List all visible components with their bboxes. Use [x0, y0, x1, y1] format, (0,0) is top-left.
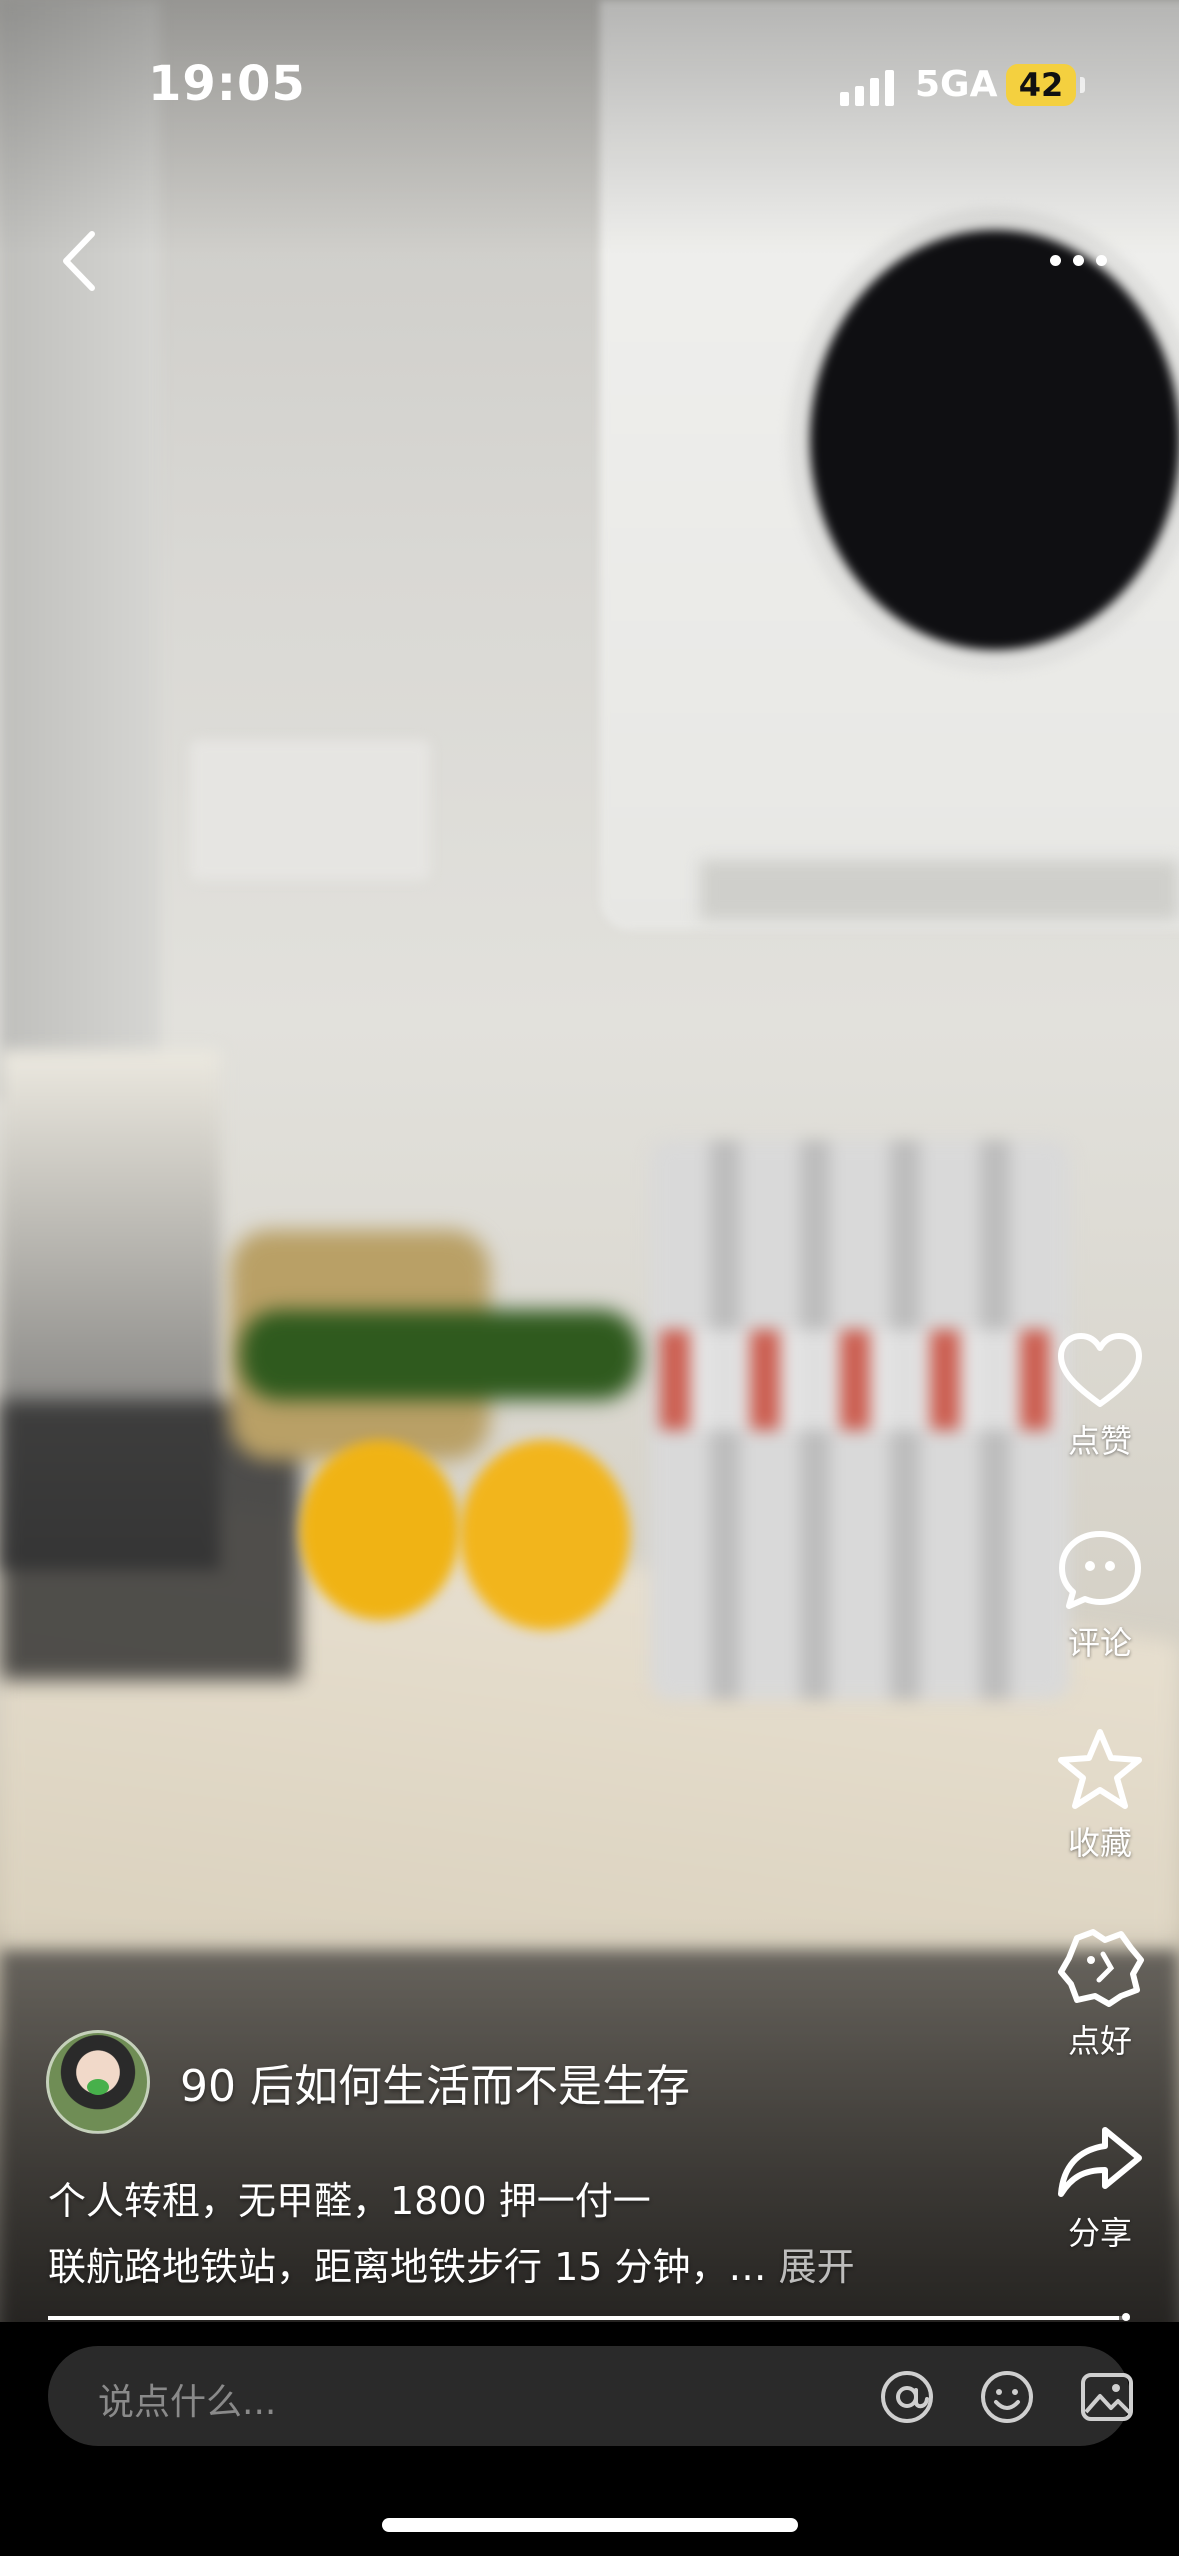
nice-button[interactable]: 点好	[1040, 1924, 1160, 2062]
network-type: 5GA	[915, 64, 998, 105]
favorite-button[interactable]: 收藏	[1040, 1726, 1160, 1864]
like-button[interactable]: 点赞	[1040, 1330, 1160, 1462]
nice-label: 点好	[1067, 2022, 1132, 2060]
badge-smile-icon	[1058, 1929, 1144, 2007]
like-label: 点赞	[1067, 1422, 1132, 1460]
author-name[interactable]: 90 后如何生活而不是生存	[180, 2050, 690, 2114]
comment-bar: 说点什么...	[0, 2322, 1179, 2556]
image-icon[interactable]	[1078, 2368, 1136, 2426]
share-button[interactable]: 分享	[1040, 2122, 1160, 2254]
heart-icon	[1058, 1333, 1142, 1407]
chevron-left-icon[interactable]	[52, 226, 112, 296]
comment-label: 评论	[1067, 1624, 1132, 1662]
star-icon	[1058, 1729, 1142, 1809]
favorite-label: 收藏	[1067, 1824, 1132, 1862]
share-arrow-icon	[1058, 2127, 1142, 2197]
caption-line-1: 个人转租，无甲醛，1800 押一付一	[48, 2179, 651, 2223]
battery-icon: 42	[1006, 64, 1076, 106]
author-row[interactable]: 90 后如何生活而不是生存	[46, 2030, 690, 2134]
battery-level: 42	[1018, 66, 1064, 104]
avatar[interactable]	[46, 2030, 150, 2134]
status-time: 19:05	[148, 56, 306, 112]
signal-icon	[840, 68, 894, 106]
comment-input[interactable]: 说点什么...	[48, 2346, 1133, 2446]
comment-button[interactable]: 评论	[1040, 1528, 1160, 1664]
at-icon[interactable]	[878, 2368, 936, 2426]
status-bar: 19:05 5GA 42	[0, 0, 1179, 150]
post-caption[interactable]: 个人转租，无甲醛，1800 押一付一 联航路地铁站，距离地铁步行 15 分钟，……	[48, 2168, 968, 2300]
battery-tip	[1080, 77, 1085, 93]
comment-placeholder: 说点什么...	[98, 2382, 277, 2423]
share-label: 分享	[1067, 2214, 1132, 2252]
expand-link[interactable]: 展开	[779, 2245, 855, 2289]
home-indicator	[382, 2518, 798, 2532]
video-progress-bar[interactable]	[48, 2313, 1130, 2321]
chat-bubble-icon	[1059, 1531, 1141, 1609]
progress-fill	[48, 2316, 1120, 2320]
emoji-icon[interactable]	[978, 2368, 1036, 2426]
caption-line-2: 联航路地铁站，距离地铁步行 15 分钟，…	[48, 2245, 767, 2289]
more-dots-icon[interactable]	[1050, 240, 1130, 280]
progress-handle[interactable]	[1122, 2313, 1130, 2321]
